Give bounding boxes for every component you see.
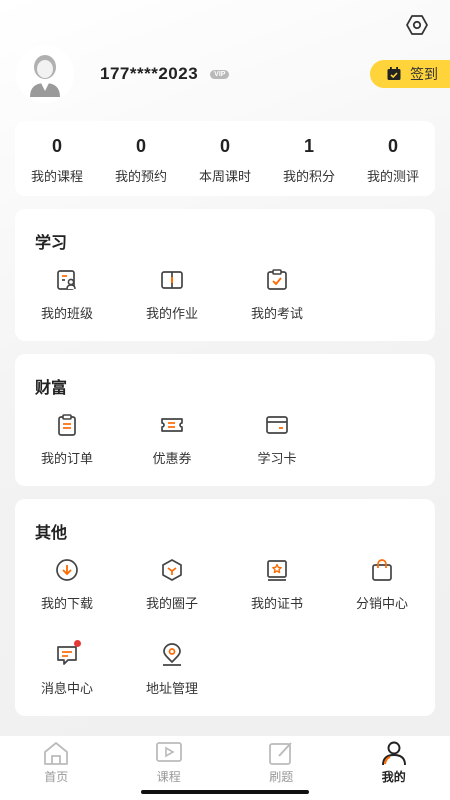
item-label: 优惠券 xyxy=(152,452,192,467)
edit-icon xyxy=(269,742,292,765)
settings-button[interactable] xyxy=(404,12,430,38)
my-downloads-item[interactable]: 我的下载 xyxy=(15,557,119,612)
location-pin-icon xyxy=(163,643,181,666)
coupons-item[interactable]: 优惠券 xyxy=(120,412,224,467)
item-label: 我的下载 xyxy=(40,597,93,612)
stat-value: 0 xyxy=(135,136,146,156)
address-management-item[interactable]: 地址管理 xyxy=(120,642,224,697)
home-indicator xyxy=(141,790,309,794)
section-title: 财富 xyxy=(35,378,68,397)
order-icon xyxy=(58,414,76,436)
stat-my-appointments[interactable]: 0 我的预约 xyxy=(99,121,183,196)
stat-value: 1 xyxy=(303,136,314,156)
item-label: 我的作业 xyxy=(145,307,198,322)
stat-value: 0 xyxy=(387,136,398,156)
avatar[interactable] xyxy=(16,45,74,103)
stat-label: 我的课程 xyxy=(30,170,83,185)
tab-label: 刷题 xyxy=(269,770,294,784)
calendar-check-icon xyxy=(387,67,401,80)
stat-label: 我的预约 xyxy=(114,170,167,185)
tab-home[interactable]: 首页 xyxy=(0,736,113,800)
user-icon xyxy=(381,741,406,766)
my-circle-item[interactable]: 我的圈子 xyxy=(120,557,224,612)
shopping-bag-icon xyxy=(372,559,392,581)
tab-label: 课程 xyxy=(156,770,181,784)
item-label: 地址管理 xyxy=(145,682,198,697)
item-label: 分销中心 xyxy=(355,597,408,612)
item-label: 我的班级 xyxy=(40,307,93,322)
profile-header: 177****2023 VIP 签到 xyxy=(16,45,450,103)
unread-dot xyxy=(74,640,81,647)
item-label: 学习卡 xyxy=(257,452,297,467)
section-title: 学习 xyxy=(35,233,68,252)
distribution-center-item[interactable]: 分销中心 xyxy=(330,557,434,612)
wealth-section: 财富 我的订单 优惠券 学习卡 xyxy=(15,354,435,486)
coupon-icon xyxy=(161,418,183,432)
hexagon-icon xyxy=(162,559,182,581)
item-label: 我的证书 xyxy=(250,597,303,612)
stat-label: 本周课时 xyxy=(198,170,251,185)
vip-badge: VIP xyxy=(210,69,230,79)
avatar-icon xyxy=(16,45,74,103)
signin-button[interactable]: 签到 xyxy=(370,60,450,88)
home-icon xyxy=(44,742,69,765)
my-class-item[interactable]: 我的班级 xyxy=(15,267,119,322)
message-center-item[interactable]: 消息中心 xyxy=(15,640,119,697)
stat-my-assessments[interactable]: 0 我的测评 xyxy=(351,121,435,196)
book-icon xyxy=(161,271,183,289)
settings-icon xyxy=(406,15,428,35)
tab-label: 首页 xyxy=(44,770,69,784)
item-label: 我的考试 xyxy=(250,307,303,322)
card-icon xyxy=(266,416,288,434)
my-certificate-item[interactable]: 我的证书 xyxy=(225,557,329,612)
stat-label: 我的测评 xyxy=(366,170,419,185)
my-homework-item[interactable]: 我的作业 xyxy=(120,267,224,322)
other-section: 其他 我的下载 我的圈子 我的证书 分销中心 消息中心 地址管理 xyxy=(15,499,435,716)
my-exam-item[interactable]: 我的考试 xyxy=(225,267,329,322)
tab-mine[interactable]: 我的 xyxy=(338,736,450,800)
class-icon xyxy=(57,270,76,290)
stat-my-courses[interactable]: 0 我的课程 xyxy=(15,121,99,196)
tab-label: 我的 xyxy=(381,770,406,784)
stat-week-hours[interactable]: 0 本周课时 xyxy=(183,121,267,196)
item-label: 我的圈子 xyxy=(145,597,198,612)
section-title: 其他 xyxy=(35,523,68,542)
stats-card: 0 我的课程 0 我的预约 0 本周课时 1 我的积分 0 我的测评 xyxy=(15,121,435,196)
my-orders-item[interactable]: 我的订单 xyxy=(15,412,119,467)
clipboard-check-icon xyxy=(267,269,287,290)
stat-value: 0 xyxy=(51,136,62,156)
stat-label: 我的积分 xyxy=(282,170,335,185)
download-icon xyxy=(56,559,78,581)
study-card-item[interactable]: 学习卡 xyxy=(225,412,329,467)
item-label: 我的订单 xyxy=(40,452,93,467)
study-section: 学习 我的班级 我的作业 我的考试 xyxy=(15,209,435,341)
stat-my-points[interactable]: 1 我的积分 xyxy=(267,121,351,196)
video-icon xyxy=(155,742,182,762)
stat-value: 0 xyxy=(219,136,230,156)
user-phone: 177****2023 xyxy=(100,64,199,83)
item-label: 消息中心 xyxy=(40,682,93,697)
signin-label: 签到 xyxy=(410,67,438,83)
certificate-icon xyxy=(267,560,287,581)
